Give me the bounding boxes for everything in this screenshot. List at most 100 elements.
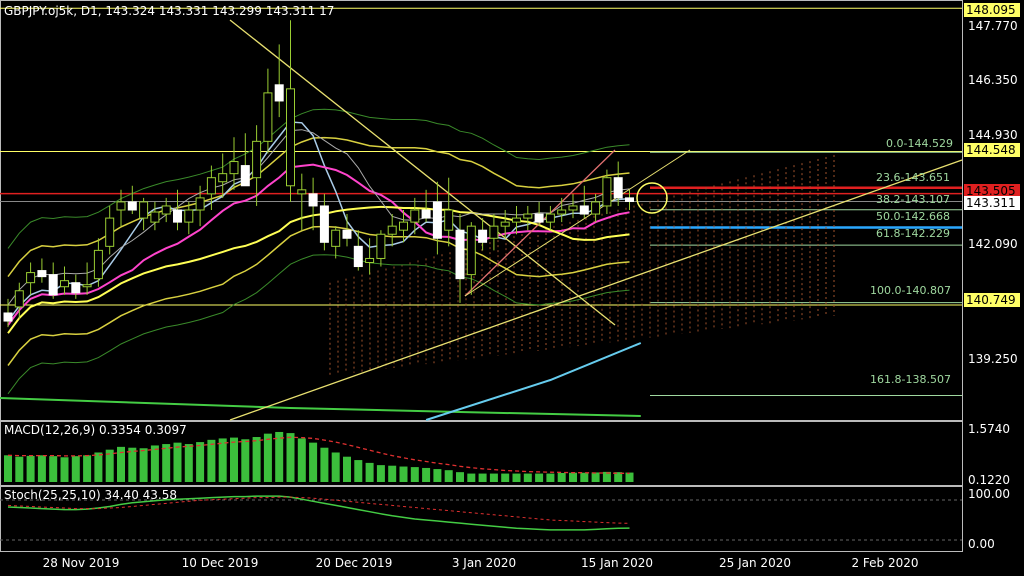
macd-bar bbox=[297, 438, 306, 482]
candle-body bbox=[466, 225, 476, 276]
price-badge-144548: 144.548 bbox=[964, 143, 1020, 157]
candle-body bbox=[545, 213, 555, 223]
time-label: 15 Jan 2020 bbox=[581, 556, 653, 570]
candle-body bbox=[591, 201, 601, 215]
candle-body bbox=[150, 211, 160, 223]
candles bbox=[3, 20, 634, 328]
macd-bar bbox=[444, 470, 453, 482]
price-badge-148095: 148.095 bbox=[964, 3, 1020, 17]
macd-bar bbox=[26, 455, 35, 482]
candle-body bbox=[240, 165, 250, 187]
macd-bar bbox=[478, 473, 487, 482]
ma-blue-long bbox=[425, 342, 642, 421]
trading-chart: GBPJPY.oj5k, D1, 143.324 143.331 143.299… bbox=[0, 0, 1024, 576]
candle-body bbox=[229, 161, 239, 175]
candle-body bbox=[173, 209, 182, 223]
macd-bar bbox=[230, 437, 238, 482]
macd-bar bbox=[196, 442, 205, 482]
fib-label-161-8: 161.8-138.507 bbox=[870, 373, 951, 386]
candle-body bbox=[48, 274, 58, 296]
fib-label-100: 100.0-140.807 bbox=[870, 284, 951, 297]
macd-bar bbox=[410, 467, 419, 482]
macd-bar bbox=[15, 456, 24, 482]
macd-bar bbox=[456, 472, 464, 482]
time-label: 25 Jan 2020 bbox=[719, 556, 791, 570]
bollinger-upper-outer bbox=[7, 108, 630, 249]
macd-bar bbox=[309, 442, 318, 482]
macd-bar bbox=[218, 438, 227, 482]
trendline-short bbox=[464, 149, 691, 297]
macd-bar bbox=[128, 447, 137, 482]
time-label: 2 Feb 2020 bbox=[851, 556, 919, 570]
macd-bar bbox=[263, 433, 272, 482]
price-tick-label: 139.250 bbox=[968, 352, 1018, 366]
candle-body bbox=[297, 189, 307, 195]
fib-label-23-6: 23.6-143.651 bbox=[876, 171, 950, 184]
candle-body bbox=[37, 270, 47, 278]
macd-bar bbox=[252, 437, 261, 482]
candle-body bbox=[387, 225, 397, 235]
price-tick-label: 147.770 bbox=[968, 19, 1018, 33]
fib-label-38-2: 38.2-143.107 bbox=[876, 193, 950, 206]
candle-body bbox=[568, 205, 578, 211]
candle-body bbox=[3, 312, 13, 322]
candle-body bbox=[105, 217, 115, 247]
candle-body bbox=[421, 209, 431, 219]
time-label: 28 Nov 2019 bbox=[42, 556, 120, 570]
candle-body bbox=[127, 201, 137, 211]
macd-bar bbox=[173, 442, 182, 482]
macd-bar bbox=[388, 465, 397, 482]
macd-bar bbox=[489, 473, 498, 482]
macd-bar bbox=[343, 456, 351, 482]
macd-bar bbox=[275, 431, 284, 482]
candle-body bbox=[625, 197, 634, 203]
stoch-tick-label: 100.00 bbox=[968, 487, 1010, 501]
macd-bar bbox=[71, 456, 80, 482]
candle-body bbox=[331, 229, 341, 247]
macd-bar bbox=[501, 473, 510, 482]
macd-bar bbox=[94, 452, 103, 482]
candle-body bbox=[14, 290, 24, 308]
candle-body bbox=[286, 88, 295, 187]
candle-body bbox=[206, 177, 216, 195]
candle-body bbox=[432, 201, 442, 239]
candle-body bbox=[319, 205, 329, 243]
stoch-title: Stoch(25,25,10) 34.40 43.58 bbox=[4, 488, 178, 502]
macd-panel bbox=[4, 431, 634, 482]
candle-body bbox=[365, 257, 375, 264]
macd-bar bbox=[320, 447, 329, 482]
candle-body bbox=[613, 177, 623, 199]
candle-body bbox=[184, 209, 194, 223]
fib-label-61-8: 61.8-142.229 bbox=[876, 227, 950, 240]
candle-body bbox=[500, 221, 510, 227]
macd-bar bbox=[422, 467, 431, 482]
macd-bar bbox=[580, 472, 589, 482]
candle-body bbox=[455, 229, 465, 280]
macd-bar bbox=[569, 472, 577, 482]
price-tick-label: 144.930 bbox=[968, 128, 1018, 142]
time-label: 3 Jan 2020 bbox=[451, 556, 517, 570]
candle-body bbox=[602, 177, 612, 207]
fib-label-0: 0.0-144.529 bbox=[886, 137, 953, 150]
candle-body bbox=[557, 209, 567, 215]
candle-body bbox=[579, 205, 589, 215]
price-title: GBPJPY.oj5k, D1, 143.324 143.331 143.299… bbox=[4, 4, 335, 18]
macd-tick-label: 1.5740 bbox=[968, 422, 1010, 436]
candle-body bbox=[139, 201, 149, 219]
macd-bar bbox=[331, 452, 340, 482]
candle-body bbox=[82, 284, 92, 288]
candle-body bbox=[489, 225, 499, 239]
candle-body bbox=[274, 84, 284, 102]
candle-body bbox=[342, 229, 352, 239]
candle-body bbox=[534, 213, 544, 223]
candle-body bbox=[218, 173, 228, 183]
macd-bar bbox=[365, 462, 374, 482]
candle-body bbox=[523, 213, 533, 219]
macd-bar bbox=[512, 473, 521, 482]
candle-body bbox=[263, 92, 273, 142]
macd-bar bbox=[83, 455, 92, 482]
candle-body bbox=[60, 280, 69, 288]
fib-label-50: 50.0-142.668 bbox=[876, 210, 950, 223]
ma-green-long bbox=[0, 397, 641, 417]
stoch-tick-label: 0.00 bbox=[968, 537, 995, 551]
